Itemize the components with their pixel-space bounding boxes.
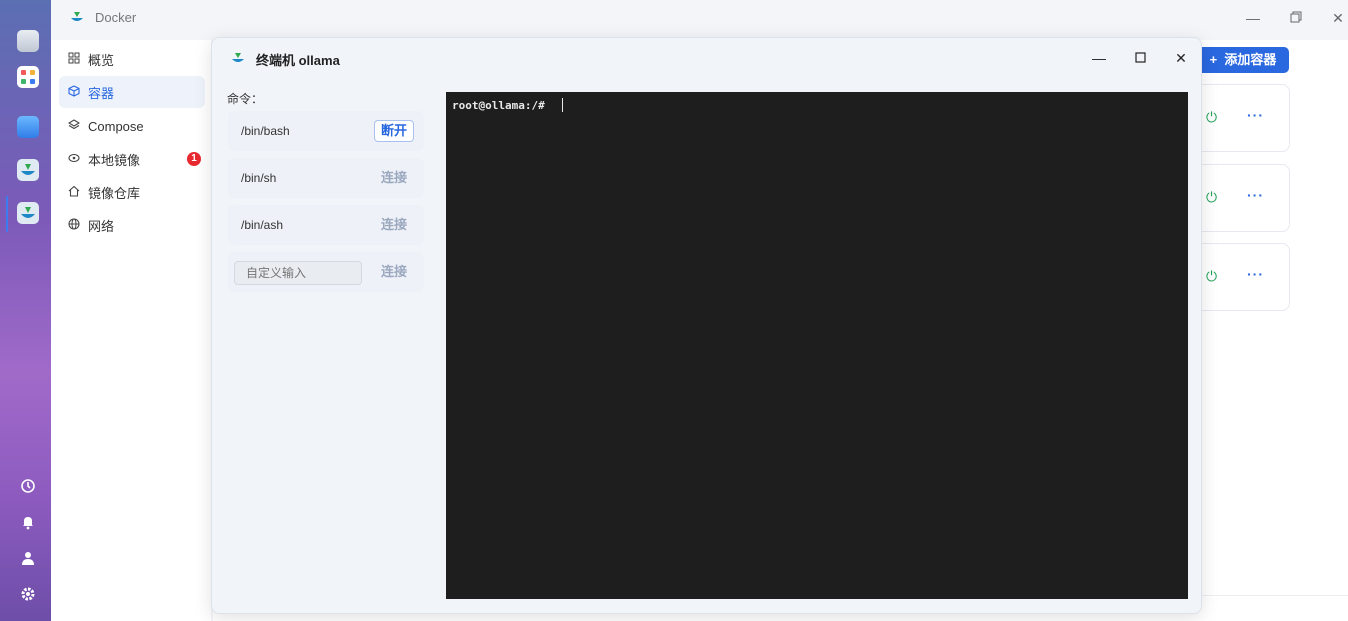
- command-label: 命令：: [227, 92, 264, 106]
- docker-logo-icon: [71, 12, 83, 21]
- minimize-button[interactable]: —: [1243, 8, 1263, 28]
- more-icon[interactable]: ···: [1247, 187, 1264, 203]
- notification-badge: 1: [187, 152, 201, 166]
- window-titlebar: Docker — ✕: [51, 0, 1348, 36]
- sidebar-item-overview[interactable]: 概览: [59, 43, 205, 75]
- command-name: /bin/ash: [241, 218, 284, 232]
- power-icon[interactable]: ⏻: [1206, 189, 1217, 206]
- command-name: /bin/bash: [241, 124, 290, 138]
- app-grid-icon: [21, 70, 35, 84]
- disconnect-button[interactable]: 断开: [374, 120, 414, 142]
- layers-icon: [67, 119, 81, 133]
- dialog-title: 终端机 ollama: [256, 53, 340, 68]
- terminal-screen[interactable]: root@ollama:/#: [446, 92, 1188, 599]
- custom-command-input[interactable]: [234, 261, 362, 285]
- sidebar-item-label: 本地镜像: [88, 152, 141, 168]
- sidebar-item-registry[interactable]: 镜像仓库: [59, 176, 205, 208]
- more-icon[interactable]: ···: [1247, 107, 1264, 123]
- docker-whale-icon: [21, 207, 35, 218]
- bell-icon[interactable]: [20, 514, 36, 530]
- active-indicator: [6, 196, 8, 232]
- docker-whale-icon: [21, 164, 35, 175]
- add-container-button[interactable]: + 添加容器: [1197, 47, 1289, 73]
- plus-icon: +: [1209, 52, 1218, 67]
- power-icon[interactable]: ⏻: [1206, 268, 1217, 285]
- app-dock: [0, 0, 51, 621]
- terminal-prompt: root@ollama:/#: [452, 99, 545, 112]
- docker-app-icon-active[interactable]: [17, 202, 39, 224]
- dialog-close-button[interactable]: ✕: [1171, 48, 1191, 68]
- docker-app-icon[interactable]: [17, 159, 39, 181]
- command-name: /bin/sh: [241, 171, 277, 185]
- globe-icon: [67, 218, 81, 232]
- dialog-maximize-button[interactable]: [1130, 48, 1150, 68]
- connect-custom-button[interactable]: 连接: [374, 261, 414, 283]
- sidebar-item-local-images[interactable]: 本地镜像 1: [59, 143, 205, 175]
- sidebar-item-label: 网络: [88, 218, 115, 234]
- disk-icon: [67, 152, 81, 166]
- terminal-dialog: 终端机 ollama — ✕ 命令： /bin/bash 断开 /bin/sh …: [211, 37, 1202, 614]
- sidebar-item-label: 概览: [88, 52, 115, 68]
- cube-icon: [67, 85, 81, 99]
- more-icon[interactable]: ···: [1247, 266, 1264, 282]
- connect-button[interactable]: 连接: [374, 214, 414, 236]
- close-button[interactable]: ✕: [1328, 8, 1348, 28]
- command-row-bash: /bin/bash 断开: [228, 111, 424, 151]
- grid-icon: [67, 52, 81, 66]
- command-row-sh: /bin/sh 连接: [228, 158, 424, 198]
- terminal-cursor: [562, 98, 563, 112]
- restore-icon: [1290, 11, 1302, 23]
- app-center-icon[interactable]: [17, 66, 39, 88]
- add-container-label: 添加容器: [1224, 52, 1277, 67]
- sidebar-item-label: Compose: [88, 118, 144, 134]
- docker-logo-icon: [232, 53, 244, 62]
- window-title: Docker: [95, 10, 137, 25]
- sidebar-item-network[interactable]: 网络: [59, 209, 205, 241]
- user-icon[interactable]: [20, 550, 36, 566]
- home-icon: [67, 185, 81, 199]
- sync-icon[interactable]: [20, 478, 36, 494]
- sidebar-item-compose[interactable]: Compose: [59, 110, 205, 142]
- dialog-minimize-button[interactable]: —: [1089, 48, 1109, 68]
- sidebar-item-label: 镜像仓库: [88, 185, 141, 201]
- restore-button[interactable]: [1286, 8, 1306, 28]
- sidebar-item-label: 容器: [88, 85, 115, 101]
- sidebar: 概览 容器 Compose 本地镜像 1 镜像仓库 网络: [51, 40, 211, 621]
- settings-icon[interactable]: [20, 586, 36, 602]
- power-icon[interactable]: ⏻: [1206, 109, 1217, 126]
- file-manager-icon[interactable]: [17, 116, 39, 138]
- command-row-ash: /bin/ash 连接: [228, 205, 424, 245]
- maximize-icon: [1134, 52, 1146, 63]
- command-row-custom: 连接: [228, 252, 424, 292]
- monitor-app-icon[interactable]: [17, 30, 39, 52]
- sidebar-item-containers[interactable]: 容器: [59, 76, 205, 108]
- connect-button[interactable]: 连接: [374, 167, 414, 189]
